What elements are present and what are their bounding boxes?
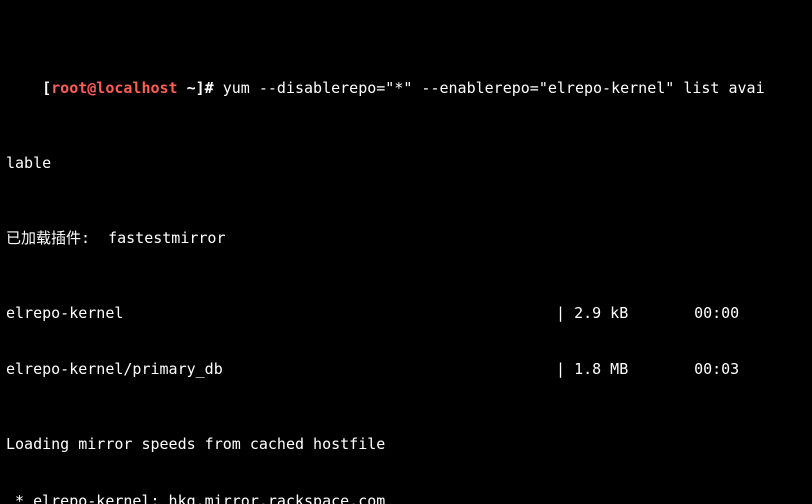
command-text-1: yum --disablerepo="*" --enablerepo="elre… — [223, 79, 765, 97]
download-progress-row: elrepo-kernel/primary_db| 1.8 MB00:03 — [6, 360, 806, 379]
mirror-loading-line: Loading mirror speeds from cached hostfi… — [6, 435, 806, 454]
mirror-host-line: * elrepo-kernel: hkg.mirror.rackspace.co… — [6, 492, 806, 504]
separator: | — [556, 360, 574, 379]
prompt-bracket-open: [ — [42, 79, 51, 97]
command-text-2: lable — [6, 154, 806, 173]
repo-time: 00:03 — [694, 360, 806, 379]
repo-size: 2.9 kB — [574, 304, 694, 323]
prompt-line-1: [root@localhost ~]# yum --disablerepo="*… — [6, 60, 806, 116]
repo-time: 00:00 — [694, 304, 806, 323]
separator: | — [556, 304, 574, 323]
download-progress-row: elrepo-kernel| 2.9 kB00:00 — [6, 304, 806, 323]
prompt-hostname: root@localhost — [51, 79, 177, 97]
repo-size: 1.8 MB — [574, 360, 694, 379]
terminal-output[interactable]: [root@localhost ~]# yum --disablerepo="*… — [0, 0, 812, 504]
plugins-line: 已加载插件: fastestmirror — [6, 229, 806, 248]
prompt-bracket-close: ]# — [196, 79, 223, 97]
repo-name: elrepo-kernel — [6, 304, 556, 323]
prompt-path: ~ — [178, 79, 196, 97]
repo-name: elrepo-kernel/primary_db — [6, 360, 556, 379]
